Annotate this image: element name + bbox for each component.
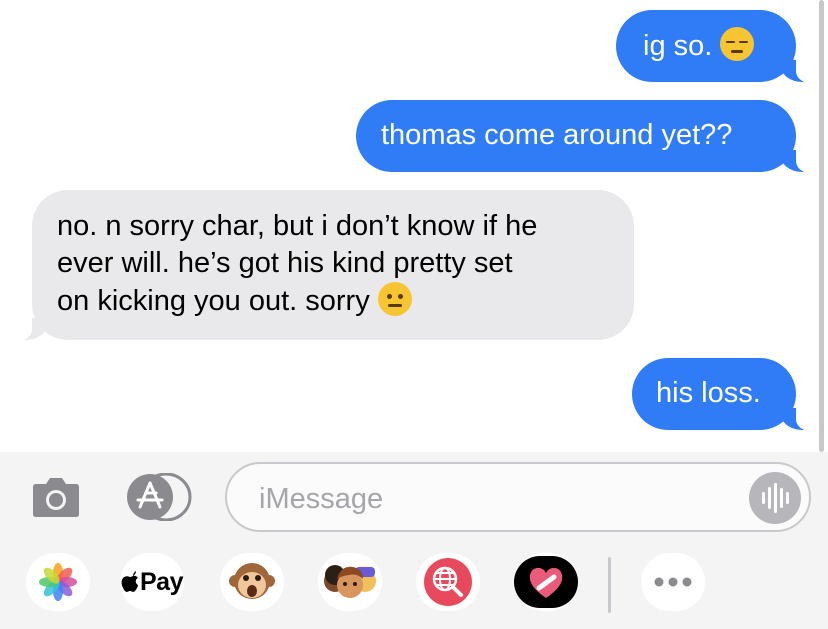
digital-touch-app-button[interactable] [514,553,578,611]
monkey-animoji-icon [229,563,275,599]
apple-logo-icon [121,571,138,592]
tray-separator [608,557,611,613]
audio-message-button[interactable] [749,472,801,524]
message-text: his loss. [656,377,761,409]
more-apps-button[interactable] [641,553,705,611]
message-text: thomas come around yet?? [381,119,733,151]
thread-scrollbar[interactable] [819,0,824,452]
pensive-face-emoji [720,27,755,61]
animoji-app-button[interactable] [220,553,284,611]
apple-pay-label: Pay [140,567,183,596]
app-store-icon [127,472,192,522]
camera-button[interactable] [32,476,80,523]
message-line: ever will. he’s got his kind pretty set [57,247,513,279]
received-message-bubble[interactable]: no. n sorry char, but i don’t know if he… [14,190,634,341]
message-line: on kicking you out. sorry [57,285,370,317]
heart-touch-icon [514,556,578,608]
sent-message-bubble[interactable]: ig so. [616,10,814,83]
globe-search-icon [424,558,472,606]
memoji-app-button[interactable] [318,553,382,611]
message-thread[interactable]: ig so. thomas come around yet?? no. n so… [0,0,828,452]
web-search-app-button[interactable] [416,553,480,611]
photos-icon [39,563,77,601]
message-input-field[interactable] [225,462,811,532]
photos-app-button[interactable] [26,553,90,611]
neutral-face-emoji [377,282,412,316]
message-line: no. n sorry char, but i don’t know if he [57,210,538,242]
audio-waveform-icon [761,492,765,504]
message-input[interactable] [257,476,741,522]
sent-message-bubble[interactable]: thomas come around yet?? [356,100,814,173]
sent-message-bubble[interactable]: his loss. [632,358,814,431]
memoji-stickers-icon [324,565,376,598]
camera-icon [33,478,79,517]
message-text: ig so. [643,30,713,62]
apple-pay-button[interactable]: Pay [120,553,184,611]
apps-button[interactable] [126,472,192,522]
more-dots-icon [654,577,692,587]
